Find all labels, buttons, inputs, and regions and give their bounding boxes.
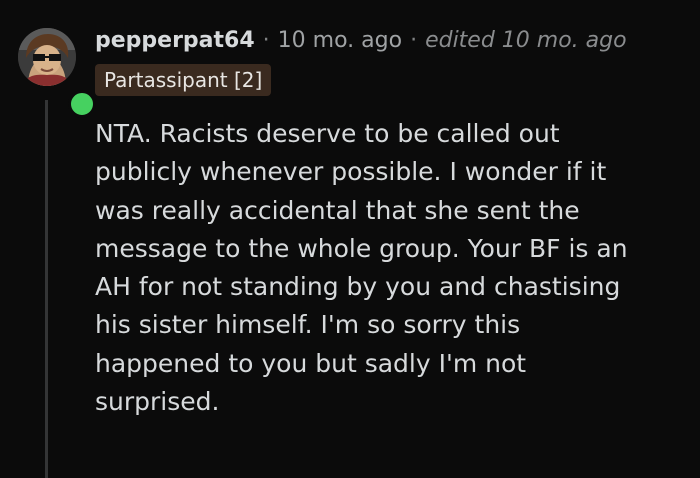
comment-meta: pepperpat64 · 10 mo. ago · edited 10 mo.… (95, 24, 627, 56)
avatar[interactable] (18, 28, 76, 86)
avatar-container[interactable] (18, 28, 96, 118)
comment-body-line: NTA. Racists deserve to be called out (95, 119, 560, 148)
meta-separator: · (410, 27, 418, 53)
avatar-icon (18, 28, 76, 86)
comment-body-line: publicly whenever possible. I wonder if … (95, 157, 607, 187)
user-flair: Partassipant [2] (95, 64, 272, 96)
meta-separator: · (262, 27, 270, 53)
username-link[interactable]: pepperpat64 (95, 28, 255, 53)
comment-body-line: surprised. (95, 387, 220, 417)
comment: pepperpat64 · 10 mo. ago · edited 10 mo.… (0, 0, 700, 478)
comment-body-line: was really accidental that she sent the (95, 195, 580, 225)
comment-body: NTA. Racists deserve to be called out pu… (95, 115, 685, 421)
online-status-indicator (68, 90, 96, 118)
comment-body-line: AH for not standing by you and chastisin… (95, 272, 621, 302)
comment-body-line: happened to you but sadly I'm not (95, 348, 527, 378)
comment-body-line: message to the whole group. Your BF is a… (95, 233, 628, 263)
thread-line[interactable] (45, 100, 48, 478)
timestamp-link[interactable]: 10 mo. ago (278, 28, 402, 53)
edited-label: edited 10 mo. ago (425, 27, 627, 53)
comment-body-line: his sister himself. I'm so sorry this (95, 310, 521, 340)
